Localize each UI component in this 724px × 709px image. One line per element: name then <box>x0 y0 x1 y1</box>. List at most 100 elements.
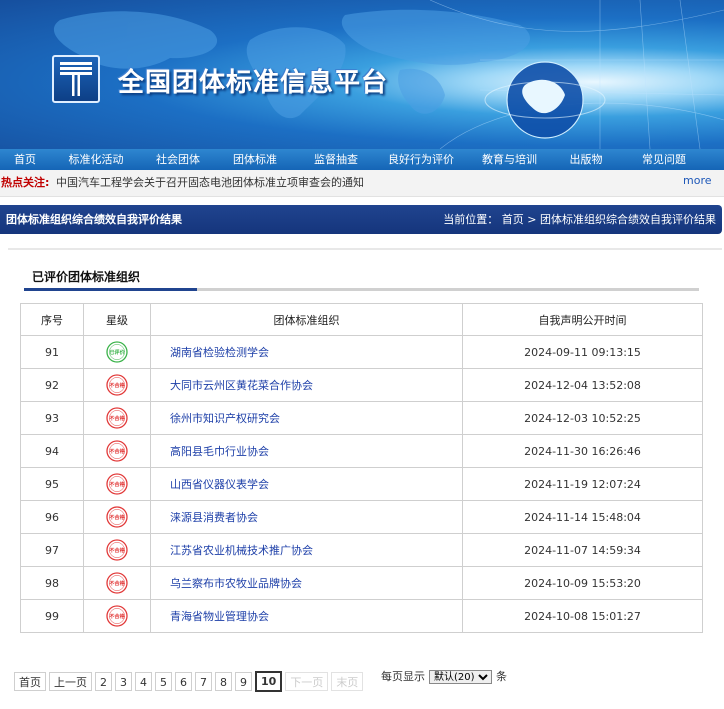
row-time: 2024-10-09 15:53:20 <box>462 566 703 600</box>
org-link[interactable]: 徐州市知识产权研究会 <box>150 401 463 435</box>
pagination: 首页 上一页 2 3 4 5 6 7 8 9 10 下一页 末页 <box>14 670 366 692</box>
header-time: 自我声明公开时间 <box>462 303 703 336</box>
org-link[interactable]: 乌兰察布市农牧业品牌协会 <box>150 566 463 600</box>
row-rating: 不合格 <box>83 566 151 600</box>
row-rating: 不合格 <box>83 500 151 534</box>
rating-text: 已评价 <box>109 348 125 356</box>
page-button-5[interactable]: 5 <box>155 671 172 691</box>
nav-item-supervision[interactable]: 监督抽查 <box>296 149 376 170</box>
rating-stamp-icon: 不合格 <box>106 473 128 495</box>
nav-item-good-behavior[interactable]: 良好行为评价 <box>376 149 466 170</box>
org-link[interactable]: 山西省仪器仪表学会 <box>150 467 463 501</box>
nav-item-faq[interactable]: 常见问题 <box>619 149 709 170</box>
site-logo[interactable] <box>52 55 100 103</box>
rating-text: 不合格 <box>109 579 125 587</box>
table-row: 92 不合格 大同市云州区黄花菜合作协会 2024-12-04 13:52:08 <box>20 368 703 402</box>
page-button-current[interactable]: 10 <box>255 670 283 692</box>
hot-news-bar: 热点关注: 中国汽车工程学会关于召开固态电池团体标准立项审查会的通知 more <box>0 170 724 197</box>
table-row: 91 已评价 湖南省检验检测学会 2024-09-11 09:13:15 <box>20 335 703 369</box>
page-button-3[interactable]: 3 <box>115 671 132 691</box>
breadcrumb-current: 团体标准组织综合绩效自我评价结果 <box>540 213 716 226</box>
page-button-4[interactable]: 4 <box>135 671 152 691</box>
per-page-label: 每页显示 <box>381 670 425 683</box>
rating-text: 不合格 <box>109 612 125 620</box>
row-time: 2024-11-19 12:07:24 <box>462 467 703 501</box>
row-seq: 99 <box>20 599 84 633</box>
breadcrumb-home[interactable]: 首页 <box>502 213 524 226</box>
header-rating: 星级 <box>83 303 151 336</box>
table-row: 95 不合格 山西省仪器仪表学会 2024-11-19 12:07:24 <box>20 467 703 501</box>
row-time: 2024-11-14 15:48:04 <box>462 500 703 534</box>
page-last-button[interactable]: 末页 <box>331 671 364 691</box>
main-nav: 首页 标准化活动 社会团体 团体标准 监督抽查 良好行为评价 教育与培训 出版物… <box>0 149 724 170</box>
org-link[interactable]: 江苏省农业机械技术推广协会 <box>150 533 463 567</box>
row-time: 2024-10-08 15:01:27 <box>462 599 703 633</box>
nav-item-standardization[interactable]: 标准化活动 <box>50 149 142 170</box>
row-time: 2024-11-30 16:26:46 <box>462 434 703 468</box>
row-seq: 98 <box>20 566 84 600</box>
per-page-select[interactable]: 默认(20) <box>429 670 492 684</box>
org-link[interactable]: 青海省物业管理协会 <box>150 599 463 633</box>
table-row: 97 不合格 江苏省农业机械技术推广协会 2024-11-07 14:59:34 <box>20 533 703 567</box>
rating-text: 不合格 <box>109 447 125 455</box>
rating-stamp-icon: 已评价 <box>106 341 128 363</box>
row-rating: 不合格 <box>83 368 151 402</box>
row-seq: 91 <box>20 335 84 369</box>
rating-stamp-icon: 不合格 <box>106 539 128 561</box>
table-row: 99 不合格 青海省物业管理协会 2024-10-08 15:01:27 <box>20 599 703 633</box>
rating-stamp-icon: 不合格 <box>106 440 128 462</box>
section-title: 团体标准组织综合绩效自我评价结果 <box>6 213 182 226</box>
row-seq: 92 <box>20 368 84 402</box>
rating-text: 不合格 <box>109 414 125 422</box>
row-rating: 不合格 <box>83 434 151 468</box>
row-seq: 97 <box>20 533 84 567</box>
per-page-control: 每页显示 默认(20) 条 <box>381 670 507 684</box>
page-button-9[interactable]: 9 <box>235 671 252 691</box>
table-row: 96 不合格 涞源县消费者协会 2024-11-14 15:48:04 <box>20 500 703 534</box>
subsection-title: 已评价团体标准组织 <box>32 270 141 284</box>
breadcrumb: 当前位置： 首页 > 团体标准组织综合绩效自我评价结果 <box>443 205 716 234</box>
row-time: 2024-12-03 10:52:25 <box>462 401 703 435</box>
rating-stamp-icon: 不合格 <box>106 506 128 528</box>
rating-stamp-icon: 不合格 <box>106 605 128 627</box>
nav-item-education[interactable]: 教育与培训 <box>466 149 553 170</box>
org-link[interactable]: 大同市云州区黄花菜合作协会 <box>150 368 463 402</box>
table-row: 93 不合格 徐州市知识产权研究会 2024-12-03 10:52:25 <box>20 401 703 435</box>
nav-item-publications[interactable]: 出版物 <box>553 149 619 170</box>
nav-item-group-standards[interactable]: 团体标准 <box>214 149 296 170</box>
org-link[interactable]: 高阳县毛巾行业协会 <box>150 434 463 468</box>
page-first-button[interactable]: 首页 <box>14 671 46 691</box>
hot-news-link[interactable]: 中国汽车工程学会关于召开固态电池团体标准立项审查会的通知 <box>56 170 364 196</box>
rating-text: 不合格 <box>109 546 125 554</box>
rating-stamp-icon: 不合格 <box>106 374 128 396</box>
row-time: 2024-11-07 14:59:34 <box>462 533 703 567</box>
more-link[interactable]: more <box>683 168 712 194</box>
row-seq: 95 <box>20 467 84 501</box>
breadcrumb-separator: > <box>527 213 537 226</box>
page-next-button[interactable]: 下一页 <box>285 671 329 691</box>
table-row: 94 不合格 高阳县毛巾行业协会 2024-11-30 16:26:46 <box>20 434 703 468</box>
org-link[interactable]: 湖南省检验检测学会 <box>150 335 463 369</box>
rating-stamp-icon: 不合格 <box>106 407 128 429</box>
page-button-8[interactable]: 8 <box>215 671 232 691</box>
section-header: 团体标准组织综合绩效自我评价结果 当前位置： 首页 > 团体标准组织综合绩效自我… <box>0 205 722 234</box>
header-banner: 全国团体标准信息平台 <box>0 0 724 149</box>
table-header-row: 序号 星级 团体标准组织 自我声明公开时间 <box>20 303 703 336</box>
page-prev-button[interactable]: 上一页 <box>49 671 92 691</box>
per-page-unit: 条 <box>496 670 507 683</box>
nav-item-home[interactable]: 首页 <box>0 149 50 170</box>
subsection-divider-accent <box>24 288 197 291</box>
row-seq: 96 <box>20 500 84 534</box>
row-seq: 94 <box>20 434 84 468</box>
nav-item-social-groups[interactable]: 社会团体 <box>142 149 214 170</box>
logo-icon <box>60 62 92 96</box>
rating-text: 不合格 <box>109 480 125 488</box>
page-button-6[interactable]: 6 <box>175 671 192 691</box>
page-button-7[interactable]: 7 <box>195 671 212 691</box>
rating-text: 不合格 <box>109 513 125 521</box>
row-time: 2024-12-04 13:52:08 <box>462 368 703 402</box>
row-time: 2024-09-11 09:13:15 <box>462 335 703 369</box>
page-button-2[interactable]: 2 <box>95 671 112 691</box>
site-title: 全国团体标准信息平台 <box>118 68 389 98</box>
org-link[interactable]: 涞源县消费者协会 <box>150 500 463 534</box>
